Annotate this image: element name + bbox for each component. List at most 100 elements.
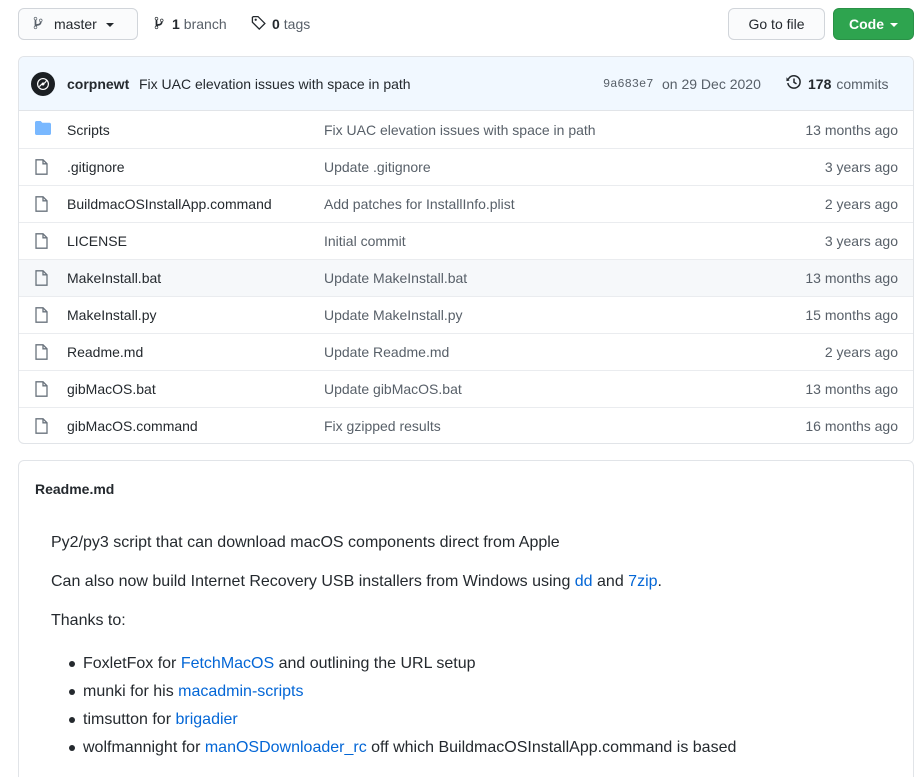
- folder-icon: [35, 121, 51, 137]
- readme-text: .: [657, 573, 662, 590]
- file-age: 16 months ago: [805, 418, 898, 434]
- file-list: Scripts Fix UAC elevation issues with spa…: [19, 111, 913, 443]
- table-row[interactable]: MakeInstall.py Update MakeInstall.py 15 mo…: [19, 296, 913, 333]
- credit-text: munki for his: [83, 683, 179, 700]
- file-name-link[interactable]: gibMacOS.command: [67, 418, 198, 434]
- file-name-link[interactable]: gibMacOS.bat: [67, 381, 156, 397]
- branch-count: 1: [172, 16, 180, 32]
- fetchmacos-link[interactable]: FetchMacOS: [181, 655, 274, 672]
- file-commit-message-link[interactable]: Fix UAC elevation issues with space in p…: [324, 122, 596, 138]
- latest-commit-bar: corpnewt Fix UAC elevation issues with s…: [19, 57, 913, 111]
- file-commit-message-link[interactable]: Update MakeInstall.py: [324, 307, 463, 323]
- chevron-down-icon: [890, 23, 898, 27]
- file-commit-message-link[interactable]: Add patches for InstallInfo.plist: [324, 196, 515, 212]
- table-row[interactable]: Readme.md Update Readme.md 2 years ago: [19, 333, 913, 370]
- commit-count: 178: [808, 75, 832, 92]
- credit-text: wolfmannight for: [83, 739, 205, 756]
- file-name-link[interactable]: Scripts: [67, 122, 110, 138]
- commit-label: commits: [836, 75, 889, 92]
- go-to-file-button[interactable]: Go to file: [728, 8, 825, 40]
- table-row[interactable]: LICENSE Initial commit 3 years ago: [19, 222, 913, 259]
- brigadier-link[interactable]: brigadier: [175, 711, 237, 728]
- credit-text: timsutton for: [83, 711, 176, 728]
- macadmin-scripts-link[interactable]: macadmin-scripts: [178, 683, 303, 700]
- file-age: 13 months ago: [805, 121, 898, 138]
- file-age: 13 months ago: [805, 381, 898, 397]
- file-icon: [35, 233, 51, 249]
- file-age: 2 years ago: [824, 344, 898, 360]
- file-age: 13 months ago: [805, 270, 898, 286]
- list-item: wolfmannight for manOSDownloader_rc off …: [51, 734, 736, 762]
- table-row[interactable]: BuildmacOSInstallApp.command Add patches …: [19, 185, 913, 222]
- tag-count: 0: [272, 16, 280, 32]
- file-name-link[interactable]: BuildmacOSInstallApp.command: [67, 196, 272, 212]
- code-button[interactable]: Code: [833, 8, 914, 40]
- commits-link[interactable]: 178 commits: [786, 74, 888, 93]
- readme-line-2: Can also now build Internet Recovery USB…: [51, 570, 736, 594]
- branch-label: branch: [183, 16, 227, 32]
- file-age: 2 years ago: [824, 196, 898, 212]
- 7zip-link[interactable]: 7zip: [628, 573, 657, 590]
- readme-box: Readme.md Py2/py3 script that can downlo…: [18, 460, 914, 777]
- chevron-down-icon: [105, 23, 114, 27]
- file-icon: [35, 307, 51, 323]
- commit-author-link[interactable]: corpnewt: [67, 76, 129, 92]
- tag-label: tags: [283, 16, 311, 32]
- credit-text: and outlining the URL setup: [274, 655, 476, 672]
- file-commit-message-link[interactable]: Update .gitignore: [324, 159, 431, 175]
- commit-message-link[interactable]: Fix UAC elevation issues with space in p…: [139, 76, 411, 92]
- file-commit-message-link[interactable]: Update MakeInstall.bat: [324, 270, 467, 286]
- manosdownloader-link[interactable]: manOSDownloader_rc: [205, 739, 367, 756]
- table-row[interactable]: gibMacOS.bat Update gibMacOS.bat 13 months…: [19, 370, 913, 407]
- tags-link[interactable]: 0 tags: [251, 8, 310, 40]
- repo-toolbar: master 1 branch 0 tags Go to file Code: [18, 8, 914, 41]
- file-icon: [35, 418, 51, 434]
- readme-text: and: [592, 573, 629, 590]
- file-commit-message-link[interactable]: Fix gzipped results: [324, 418, 441, 434]
- credits-list: FoxletFox for FetchMacOS and outlining t…: [51, 650, 736, 762]
- file-name-link[interactable]: Readme.md: [67, 344, 143, 360]
- list-item: timsutton for brigadier: [51, 706, 736, 734]
- file-icon: [35, 270, 51, 286]
- credit-text: FoxletFox for: [83, 655, 181, 672]
- file-commit-message-link[interactable]: Update gibMacOS.bat: [324, 381, 462, 397]
- file-name-link[interactable]: .gitignore: [67, 159, 125, 175]
- file-browser: corpnewt Fix UAC elevation issues with s…: [18, 56, 914, 444]
- code-button-label: Code: [849, 16, 884, 32]
- file-commit-message-link[interactable]: Initial commit: [324, 233, 406, 249]
- readme-title: Readme.md: [35, 481, 115, 497]
- readme-text: Can also now build Internet Recovery USB…: [51, 573, 575, 590]
- readme-intro: Py2/py3 script that can download macOS c…: [51, 534, 560, 551]
- git-branch-icon: [33, 16, 45, 33]
- dd-link[interactable]: dd: [575, 573, 593, 590]
- file-icon: [35, 381, 51, 397]
- branch-name: master: [54, 16, 97, 32]
- commit-sha-link[interactable]: 9a683e7: [603, 77, 653, 91]
- branch-select-button[interactable]: master: [18, 8, 138, 40]
- table-row[interactable]: MakeInstall.bat Update MakeInstall.bat 13 …: [19, 259, 913, 296]
- tag-icon: [251, 15, 266, 33]
- readme-body: Py2/py3 script that can download macOS c…: [51, 531, 736, 762]
- list-item: munki for his macadmin-scripts: [51, 678, 736, 706]
- file-icon: [35, 196, 51, 212]
- file-age: 3 years ago: [824, 233, 898, 249]
- file-icon: [35, 344, 51, 360]
- git-branch-icon: [154, 16, 166, 33]
- file-name-link[interactable]: MakeInstall.bat: [67, 270, 161, 286]
- file-commit-message-link[interactable]: Update Readme.md: [324, 344, 449, 360]
- file-name-link[interactable]: MakeInstall.py: [67, 307, 156, 323]
- file-name-link[interactable]: LICENSE: [67, 233, 127, 249]
- table-row[interactable]: Scripts Fix UAC elevation issues with spa…: [19, 111, 913, 148]
- readme-thanks: Thanks to:: [51, 612, 126, 629]
- table-row[interactable]: .gitignore Update .gitignore 3 years ago: [19, 148, 913, 185]
- branches-link[interactable]: 1 branch: [154, 8, 227, 40]
- history-icon: [786, 74, 802, 93]
- commit-date: on 29 Dec 2020: [662, 75, 761, 92]
- file-age: 15 months ago: [805, 307, 898, 323]
- file-age: 3 years ago: [824, 159, 898, 175]
- file-icon: [35, 159, 51, 175]
- avatar[interactable]: [31, 72, 55, 96]
- credit-text: off which BuildmacOSInstallApp.command i…: [366, 739, 737, 756]
- table-row[interactable]: gibMacOS.command Fix gzipped results 16 mo…: [19, 407, 913, 443]
- list-item: FoxletFox for FetchMacOS and outlining t…: [51, 650, 736, 678]
